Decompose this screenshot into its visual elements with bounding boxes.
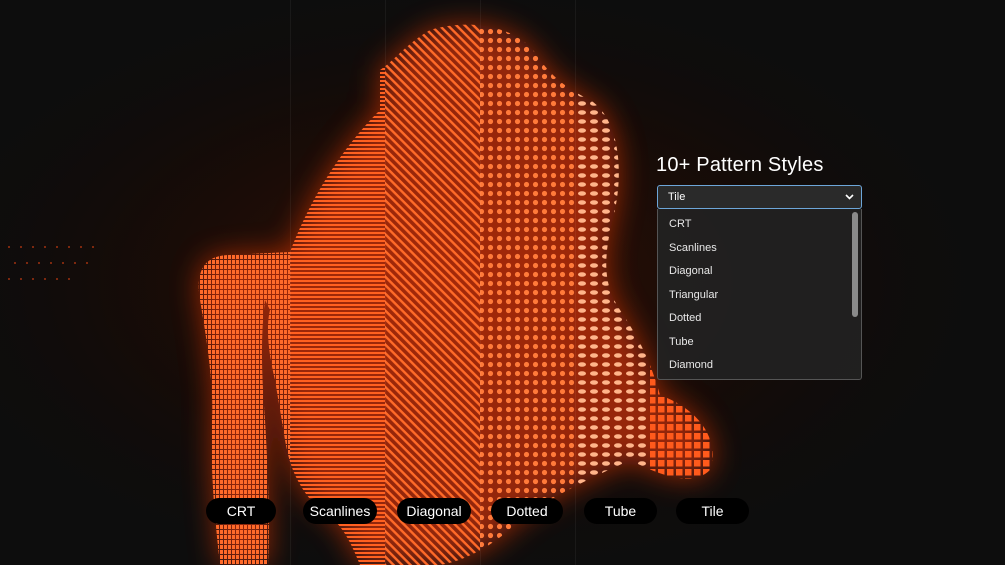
pattern-styles-heading: 10+ Pattern Styles [656, 154, 824, 176]
selected-pattern-value: Tile [668, 191, 686, 203]
option-tube[interactable]: Tube [669, 336, 694, 348]
pill-scanlines[interactable]: Scanlines [303, 498, 377, 524]
option-triangular[interactable]: Triangular [669, 289, 718, 301]
pattern-divider [290, 0, 291, 565]
pill-diagonal[interactable]: Diagonal [397, 498, 471, 524]
option-dotted[interactable]: Dotted [669, 312, 701, 324]
pattern-divider [385, 0, 386, 565]
pill-crt[interactable]: CRT [206, 498, 276, 524]
pattern-options-dropdown: CRT Scanlines Diagonal Triangular Dotted… [657, 209, 862, 380]
pattern-divider [575, 0, 576, 565]
dropdown-scrollbar[interactable] [852, 212, 858, 317]
option-crt[interactable]: CRT [669, 218, 691, 230]
option-scanlines[interactable]: Scanlines [669, 242, 717, 254]
pattern-style-select[interactable]: Tile [657, 185, 862, 209]
pattern-divider [480, 0, 481, 565]
pill-dotted[interactable]: Dotted [491, 498, 563, 524]
pill-tube[interactable]: Tube [584, 498, 657, 524]
pill-tile[interactable]: Tile [676, 498, 749, 524]
option-diamond[interactable]: Diamond [669, 359, 713, 371]
option-diagonal[interactable]: Diagonal [669, 265, 712, 277]
